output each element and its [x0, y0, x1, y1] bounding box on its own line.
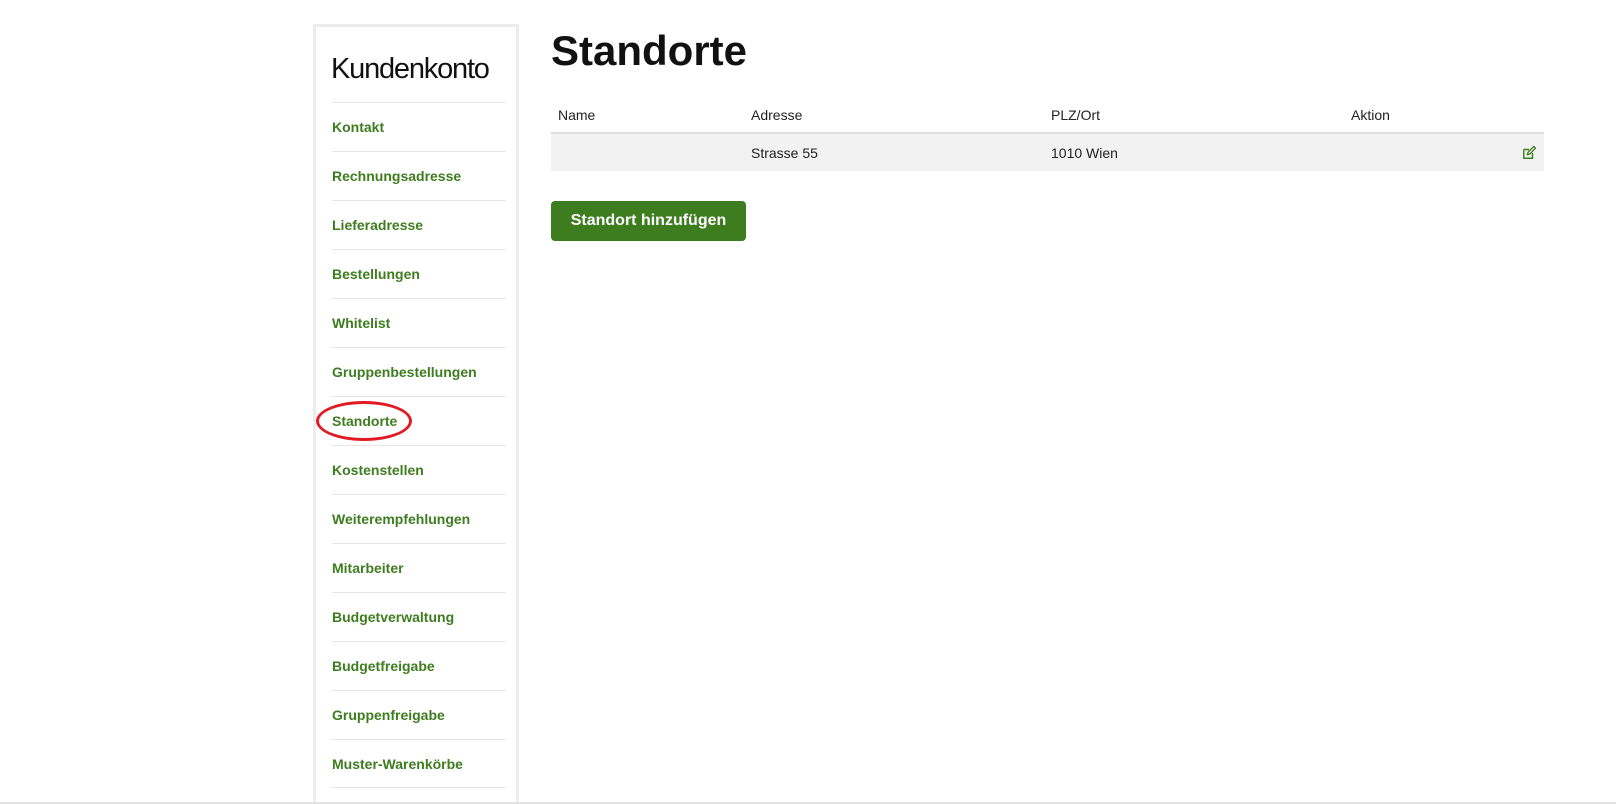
- sidebar-item-lieferadresse[interactable]: Lieferadresse: [332, 200, 506, 249]
- sidebar-item-mitarbeiter[interactable]: Mitarbeiter: [332, 543, 506, 592]
- locations-table: Name Adresse PLZ/Ort Aktion Strasse 55 1…: [551, 97, 1544, 171]
- sidebar-item-kostenstellen[interactable]: Kostenstellen: [332, 445, 506, 494]
- column-header-action: Aktion: [1344, 97, 1544, 134]
- sidebar-item-standorte-wrapper: Standorte: [316, 396, 506, 445]
- column-header-city: PLZ/Ort: [1044, 97, 1344, 134]
- sidebar-item-whitelist[interactable]: Whitelist: [332, 298, 506, 347]
- sidebar-item-muster-warenkoerbe[interactable]: Muster-Warenkörbe: [332, 739, 506, 788]
- page-title: Standorte: [551, 27, 748, 74]
- cell-city: 1010 Wien: [1044, 133, 1344, 171]
- sidebar-item-budgetfreigabe[interactable]: Budgetfreigabe: [332, 641, 506, 690]
- cell-action: [1344, 133, 1544, 171]
- sidebar-title: Kundenkonto: [331, 53, 490, 85]
- cell-address: Strasse 55: [744, 133, 1044, 171]
- sidebar-item-budgetverwaltung[interactable]: Budgetverwaltung: [332, 592, 506, 641]
- sidebar-item-standorte[interactable]: Standorte: [332, 413, 397, 429]
- sidebar-item-gruppenbestellungen[interactable]: Gruppenbestellungen: [332, 347, 506, 396]
- column-header-name: Name: [551, 97, 744, 134]
- sidebar-item-weiterempfehlungen[interactable]: Weiterempfehlungen: [332, 494, 506, 543]
- edit-icon[interactable]: [1522, 146, 1536, 160]
- sidebar-item-rechnungsadresse[interactable]: Rechnungsadresse: [332, 151, 506, 200]
- page: Kundenkonto Kontakt Rechnungsadresse Lie…: [0, 0, 1616, 804]
- table-row: Strasse 55 1010 Wien: [551, 133, 1544, 171]
- sidebar-item-kontakt[interactable]: Kontakt: [332, 102, 506, 151]
- cell-name: [551, 133, 744, 171]
- add-location-button[interactable]: Standort hinzufügen: [551, 201, 746, 241]
- sidebar-nav: Kontakt Rechnungsadresse Lieferadresse B…: [316, 102, 506, 788]
- column-header-address: Adresse: [744, 97, 1044, 134]
- table-header-row: Name Adresse PLZ/Ort Aktion: [551, 97, 1544, 134]
- sidebar-item-bestellungen[interactable]: Bestellungen: [332, 249, 506, 298]
- sidebar-item-gruppenfreigabe[interactable]: Gruppenfreigabe: [332, 690, 506, 739]
- account-sidebar: Kundenkonto Kontakt Rechnungsadresse Lie…: [313, 24, 519, 804]
